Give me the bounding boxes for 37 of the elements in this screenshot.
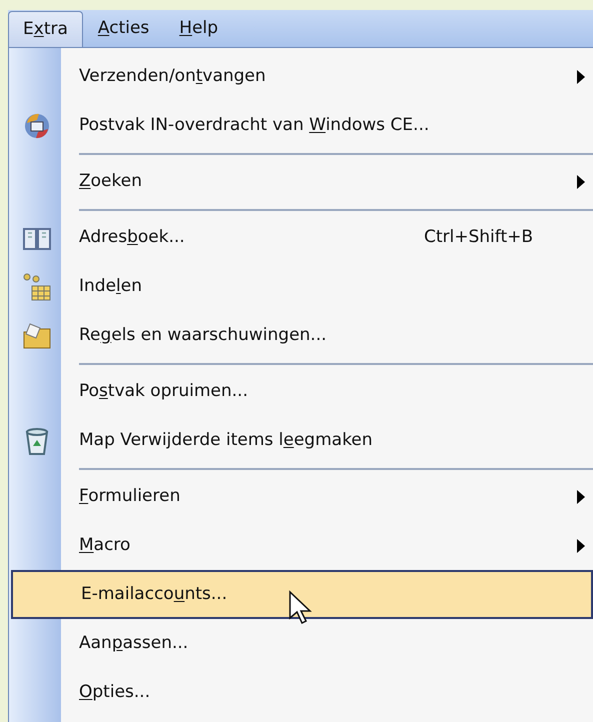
submenu-arrow-icon xyxy=(577,174,585,188)
menu-item-label: Aanpassen... xyxy=(79,632,188,655)
menu-item[interactable]: Macro xyxy=(9,521,593,570)
menu-item-label: Verzenden/ontvangen xyxy=(79,64,266,88)
submenu-arrow-icon xyxy=(577,70,585,84)
menu-item[interactable]: Zoeken xyxy=(9,157,593,206)
menu-bar-item[interactable]: Acties xyxy=(82,11,164,47)
menu-item[interactable]: Verzenden/ontvangen xyxy=(9,52,593,101)
menu-bar-item[interactable]: Help xyxy=(164,11,234,47)
grid-icon xyxy=(22,272,52,302)
submenu-arrow-icon xyxy=(577,538,585,552)
shortcut-label: Ctrl+Shift+B xyxy=(424,226,534,249)
menu-item-label: Macro xyxy=(79,534,130,557)
menu-item[interactable]: Postvak IN-overdracht van Windows CE... xyxy=(9,101,593,150)
trash-icon xyxy=(24,426,50,456)
folder-icon xyxy=(22,322,52,350)
menu-item[interactable]: Indelen xyxy=(9,262,593,311)
mouse-pointer-icon xyxy=(288,590,314,626)
menu-item[interactable]: Postvak opruimen... xyxy=(9,367,593,416)
menu-item[interactable]: Opties... xyxy=(9,668,593,717)
menu-item-label: Opties... xyxy=(79,680,150,704)
menu-item-label: Postvak IN-overdracht van Windows CE... xyxy=(79,114,430,137)
menu-item-label: Indelen xyxy=(79,274,142,298)
menu-item[interactable]: Aanpassen... xyxy=(9,619,593,668)
menu-item-label: Postvak opruimen... xyxy=(79,380,248,403)
menu-item[interactable]: Map Verwijderde items leegmaken xyxy=(9,416,593,465)
menu-item-label: Adresboek... xyxy=(79,226,185,249)
menu-item-label: E-mailaccounts... xyxy=(81,582,228,606)
menu-item[interactable]: Formulieren xyxy=(9,472,593,521)
menu-item-label: Map Verwijderde items leegmaken xyxy=(79,428,373,452)
menu-item-label: Zoeken xyxy=(79,170,142,193)
menu-item[interactable]: Regels en waarschuwingen... xyxy=(9,311,593,360)
menu-item-label: Regels en waarschuwingen... xyxy=(79,324,327,347)
submenu-arrow-icon xyxy=(577,490,585,504)
menu-item-label: Formulieren xyxy=(79,484,180,508)
menu-item[interactable]: Adresboek... Ctrl+Shift+B xyxy=(9,213,593,262)
menu-bar-item[interactable]: Extra xyxy=(8,11,83,47)
